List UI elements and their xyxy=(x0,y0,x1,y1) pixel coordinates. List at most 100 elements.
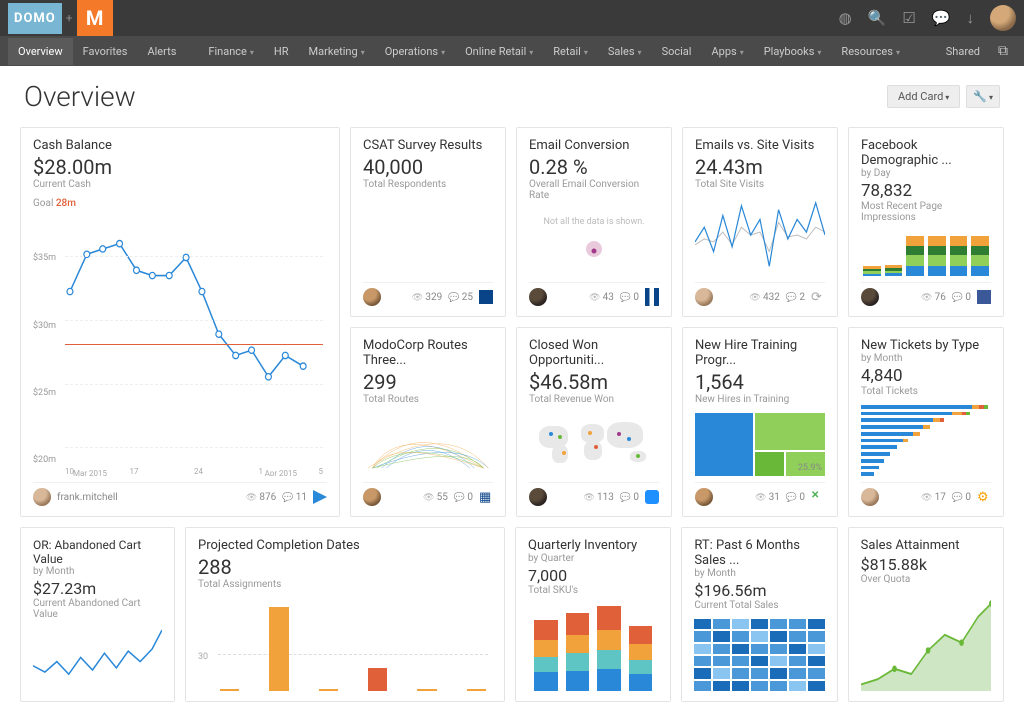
page-title: Overview xyxy=(24,80,136,113)
refresh-icon[interactable] xyxy=(811,290,825,304)
card-sub: Most Recent Page Impressions xyxy=(861,201,991,223)
card-sub: Total Site Visits xyxy=(695,179,825,190)
chart-csat xyxy=(363,198,493,276)
avatar[interactable] xyxy=(861,488,879,506)
topbar: DOMO + M ◍ 🔍 ☑ 💬 ↓ xyxy=(0,0,1024,36)
nav-hr[interactable]: HR xyxy=(264,38,299,65)
chart-projected: 30 xyxy=(198,598,492,691)
card-value: $28.00m xyxy=(33,155,327,179)
card-csat[interactable]: CSAT Survey Results 40,000 Total Respond… xyxy=(350,127,506,317)
card-source-icon[interactable] xyxy=(313,490,327,504)
chart-routes xyxy=(363,413,493,476)
logo-domo[interactable]: DOMO xyxy=(8,3,62,34)
facebook-icon[interactable] xyxy=(977,290,991,304)
add-card-button[interactable]: Add Card xyxy=(887,85,960,108)
card-sub: Total Tickets xyxy=(861,386,991,397)
card-sub: Total SKU's xyxy=(528,585,658,596)
card-sub: Total Routes xyxy=(363,394,493,405)
logo-partner[interactable]: M xyxy=(77,0,113,36)
avatar[interactable] xyxy=(695,488,713,506)
card-title: ModoCorp Routes Three... xyxy=(363,338,493,368)
page-header: Overview Add Card 🔧 xyxy=(0,66,1024,127)
card-title: Email Conversion xyxy=(529,138,659,153)
card-title: Quarterly Inventory xyxy=(528,538,658,553)
nav-operations[interactable]: Operations xyxy=(375,38,455,65)
card-routes[interactable]: ModoCorp Routes Three... 299 Total Route… xyxy=(350,327,506,517)
search-icon[interactable]: 🔍 xyxy=(868,9,887,27)
avatar[interactable] xyxy=(529,488,547,506)
nav-expand-icon[interactable]: ⧉ xyxy=(990,43,1016,59)
card-value: $815.88k xyxy=(861,555,991,574)
user-avatar[interactable] xyxy=(990,5,1016,31)
avatar[interactable] xyxy=(363,288,381,306)
download-icon[interactable]: ↓ xyxy=(967,9,975,27)
avatar[interactable] xyxy=(33,488,51,506)
source-icon[interactable] xyxy=(811,490,825,504)
card-new-hire[interactable]: New Hire Training Progr... 1,564 New Hir… xyxy=(682,327,838,517)
card-by: by Month xyxy=(694,568,824,579)
card-by: by Month xyxy=(861,353,991,364)
card-sub: Current Cash xyxy=(33,179,327,190)
linkedin-icon[interactable] xyxy=(479,290,493,304)
page-settings-button[interactable]: 🔧 xyxy=(966,85,1000,108)
views-icon: 876 xyxy=(246,492,277,503)
chart-rt-heatmap xyxy=(694,619,824,691)
nav-marketing[interactable]: Marketing xyxy=(299,38,375,65)
card-abandoned-cart[interactable]: OR: Abandoned Cart Value by Month $27.23… xyxy=(20,527,175,702)
card-emails-vs-visits[interactable]: Emails vs. Site Visits 24.43m Total Site… xyxy=(682,127,838,317)
card-sub: Total Assignments xyxy=(198,579,492,590)
chart-cash: $35m $30m $25m $20m 10172415 xyxy=(33,217,327,476)
card-closed-won[interactable]: Closed Won Opportuniti... $46.58m Total … xyxy=(516,327,672,517)
nav-resources[interactable]: Resources xyxy=(831,38,910,65)
nav-retail[interactable]: Retail xyxy=(543,38,598,65)
nav-playbooks[interactable]: Playbooks xyxy=(754,38,832,65)
card-value: 40,000 xyxy=(363,155,493,179)
card-value: 7,000 xyxy=(528,566,658,585)
nav-overview[interactable]: Overview xyxy=(8,38,73,65)
source-icon[interactable] xyxy=(479,490,493,504)
nav-alerts[interactable]: Alerts xyxy=(137,38,186,65)
checkbox-icon[interactable]: ☑ xyxy=(902,9,915,27)
card-title: Cash Balance xyxy=(33,138,327,153)
avatar[interactable] xyxy=(529,288,547,306)
card-value: 78,832 xyxy=(861,181,991,201)
nav-sales[interactable]: Sales xyxy=(598,38,652,65)
card-title: New Tickets by Type xyxy=(861,338,991,353)
salesforce-icon[interactable] xyxy=(645,490,659,504)
nav-online-retail[interactable]: Online Retail xyxy=(455,38,543,65)
card-by: by Month xyxy=(33,566,162,577)
chat-icon[interactable]: 💬 xyxy=(932,9,951,27)
chart-tickets xyxy=(861,405,991,476)
avatar[interactable] xyxy=(363,488,381,506)
card-by: by Day xyxy=(861,168,991,179)
gear-icon[interactable] xyxy=(977,490,991,504)
card-fb-demographic[interactable]: Facebook Demographic ... by Day 78,832 M… xyxy=(848,127,1004,317)
card-rt-sales[interactable]: RT: Past 6 Months Sales ... by Month $19… xyxy=(681,527,837,702)
chart-world-map xyxy=(529,413,659,476)
card-sub: New Hires in Training xyxy=(695,394,825,405)
card-email-conversion[interactable]: Email Conversion 0.28 % Overall Email Co… xyxy=(516,127,672,317)
card-value: 299 xyxy=(363,370,493,394)
source-icon[interactable] xyxy=(645,288,659,306)
nav-favorites[interactable]: Favorites xyxy=(73,38,138,65)
card-value: $27.23m xyxy=(33,579,162,598)
card-projected-completion[interactable]: Projected Completion Dates 288 Total Ass… xyxy=(185,527,505,702)
card-value: 0.28 % xyxy=(529,155,659,179)
nav-social[interactable]: Social xyxy=(652,38,702,65)
card-sub: Total Respondents xyxy=(363,179,493,190)
chart-attainment xyxy=(861,593,991,691)
card-title: New Hire Training Progr... xyxy=(695,338,825,368)
globe-icon[interactable]: ◍ xyxy=(839,9,852,27)
card-tickets[interactable]: New Tickets by Type by Month 4,840 Total… xyxy=(848,327,1004,517)
nav-shared[interactable]: Shared xyxy=(936,38,990,65)
card-title: Sales Attainment xyxy=(861,538,991,553)
card-sales-attainment[interactable]: Sales Attainment $815.88k Over Quota xyxy=(848,527,1004,702)
avatar[interactable] xyxy=(695,288,713,306)
plus-icon: + xyxy=(66,11,73,25)
card-cash-balance[interactable]: Cash Balance $28.00m Current Cash Goal 2… xyxy=(20,127,340,517)
topbar-actions: ◍ 🔍 ☑ 💬 ↓ xyxy=(839,5,1016,31)
nav-apps[interactable]: Apps xyxy=(701,38,753,65)
card-inventory[interactable]: Quarterly Inventory by Quarter 7,000 Tot… xyxy=(515,527,671,702)
avatar[interactable] xyxy=(861,288,879,306)
nav-finance[interactable]: Finance xyxy=(198,38,264,65)
